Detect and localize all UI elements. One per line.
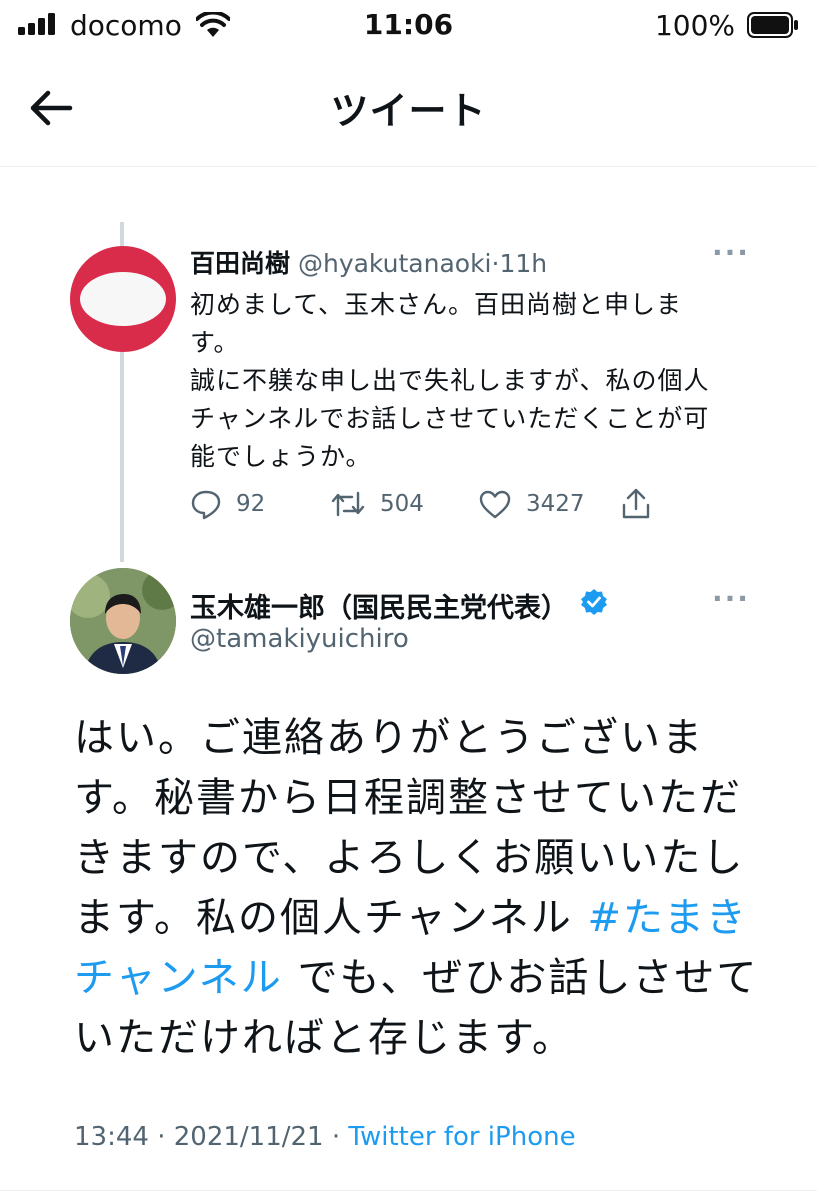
author-handle[interactable]: @tamakiyuichiro bbox=[190, 624, 409, 654]
tweet-text-line: す。秘書から日程調整させていただ bbox=[74, 775, 742, 821]
thread-line-top bbox=[120, 222, 124, 248]
avatar-hyakutanaoki[interactable] bbox=[70, 246, 176, 352]
parent-tweet-header: 百田尚樹 @hyakutanaoki·11h bbox=[190, 244, 547, 280]
avatar-tamakiyuichiro[interactable] bbox=[70, 568, 176, 674]
parent-tweet-text: 初めまして、玉木さん。百田尚樹と申しま す。 誠に不躾な申し出で失礼しますが、私… bbox=[190, 286, 760, 476]
parent-text-line: 初めまして、玉木さん。百田尚樹と申しま bbox=[190, 290, 683, 319]
tweet-text: はい。ご連絡ありがとうございま す。秘書から日程調整させていただ きますので、よ… bbox=[74, 708, 764, 1068]
battery-icon bbox=[747, 12, 798, 38]
like-count: 3427 bbox=[526, 491, 585, 517]
thread-line bbox=[120, 352, 124, 562]
more-icon[interactable]: ··· bbox=[712, 582, 750, 615]
header-divider bbox=[0, 166, 817, 167]
tweet-text-line: ます。私の個人チャンネル #たまき bbox=[74, 888, 764, 948]
retweet-button[interactable]: 504 bbox=[330, 484, 424, 524]
like-icon bbox=[479, 490, 511, 519]
parent-text-line: 誠に不躾な申し出で失礼しますが、私の個人 bbox=[190, 366, 710, 395]
parent-author-name[interactable]: 百田尚樹 bbox=[190, 249, 290, 278]
tweet-date: 2021/11/21 bbox=[173, 1122, 324, 1152]
author-name[interactable]: 玉木雄一郎（国民民主党代表） bbox=[190, 586, 568, 625]
parent-author-handle[interactable]: @hyakutanaoki bbox=[298, 249, 492, 278]
divider bbox=[0, 1190, 817, 1191]
more-icon[interactable]: ··· bbox=[712, 236, 750, 269]
reply-icon bbox=[191, 490, 221, 520]
tweet-text-segment: でも、ぜひお話しさせて bbox=[282, 955, 759, 1001]
tweet-text-line: はい。ご連絡ありがとうございま bbox=[74, 715, 704, 761]
tweet-time: 13:44 bbox=[74, 1122, 149, 1152]
retweet-count: 504 bbox=[380, 491, 424, 517]
tweet-text-line: いただければと存じます。 bbox=[74, 1015, 574, 1061]
battery-percentage: 100% bbox=[654, 9, 735, 42]
parent-text-line: す。 bbox=[190, 328, 240, 357]
share-button[interactable] bbox=[620, 484, 666, 524]
hashtag-link[interactable]: チャンネル bbox=[74, 955, 283, 1001]
parent-tweet-time[interactable]: 11h bbox=[499, 249, 547, 278]
tweet-meta: 13:44 · 2021/11/21 · Twitter for iPhone bbox=[74, 1122, 576, 1152]
reply-count: 92 bbox=[236, 491, 266, 517]
retweet-icon bbox=[331, 491, 365, 517]
tweet-text-line: きますので、よろしくお願いいたし bbox=[74, 835, 745, 881]
tweet-source-link[interactable]: Twitter for iPhone bbox=[348, 1122, 575, 1152]
tweet-text-line: チャンネル でも、ぜひお話しさせて bbox=[74, 948, 764, 1008]
verified-badge-icon bbox=[581, 589, 607, 615]
nav-header: ツイート bbox=[0, 54, 817, 162]
status-bar: docomo 11:06 100% bbox=[0, 0, 817, 54]
hashtag-link[interactable]: #たまき bbox=[588, 895, 748, 941]
page-title: ツイート bbox=[330, 89, 487, 133]
share-icon bbox=[622, 488, 650, 519]
parent-text-line: チャンネルでお話しさせていただくことが可 bbox=[190, 404, 710, 433]
tweet-text-segment: ます。私の個人チャンネル bbox=[74, 895, 588, 941]
reply-button[interactable]: 92 bbox=[190, 484, 265, 524]
parent-text-line: 能でしょうか。 bbox=[190, 442, 372, 471]
like-button[interactable]: 3427 bbox=[478, 484, 585, 524]
parent-tweet-actions: 92 504 3427 bbox=[190, 484, 690, 524]
